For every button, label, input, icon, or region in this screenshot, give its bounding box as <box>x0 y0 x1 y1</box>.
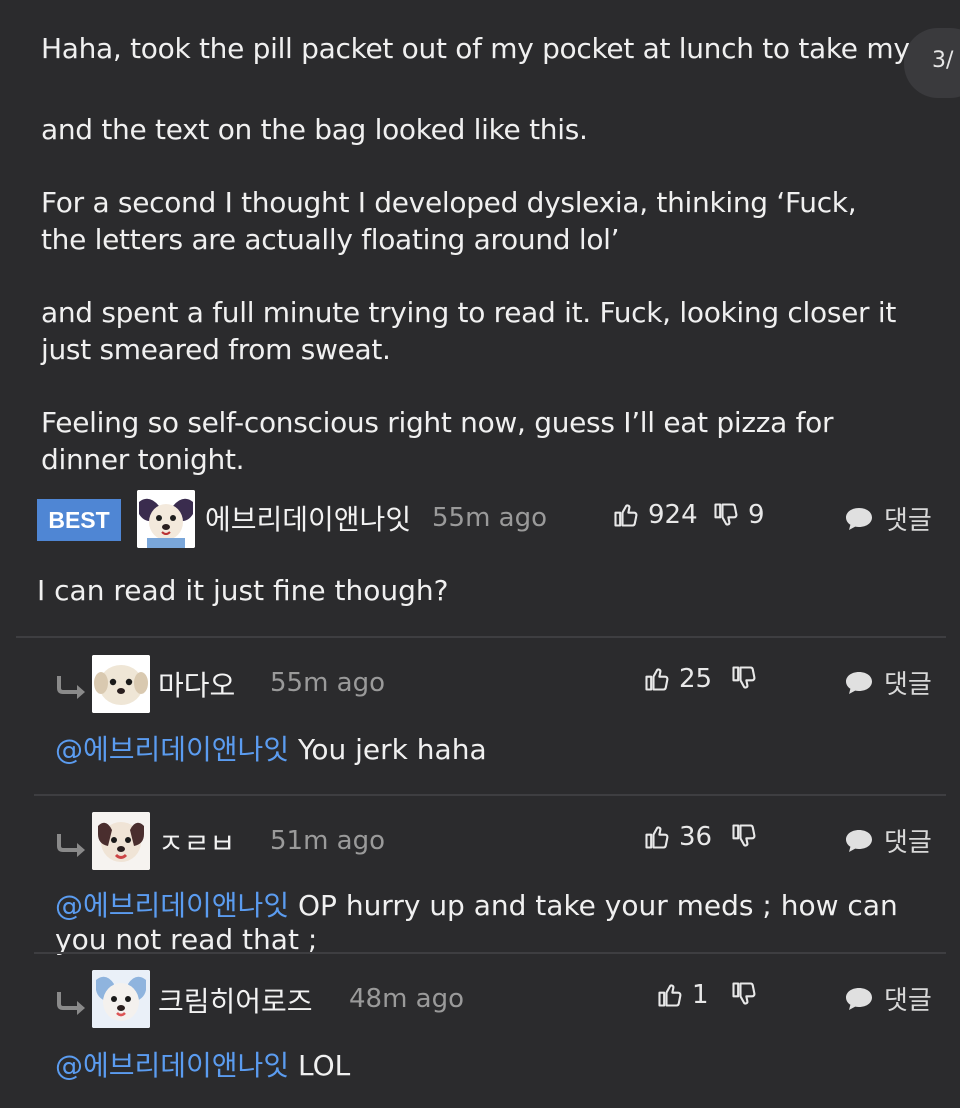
downvote-count: 9 <box>748 500 765 530</box>
avatar[interactable] <box>92 812 150 870</box>
upvote-count: 36 <box>679 822 713 852</box>
downvote-button[interactable]: 9 <box>712 500 765 530</box>
comment-body: You jerk haha <box>289 733 487 766</box>
avatar[interactable] <box>137 490 195 548</box>
comment-time: 55m ago <box>432 503 548 533</box>
post-paragraph: For a second I thought I developed dysle… <box>41 186 857 256</box>
reply-label: 댓글 <box>884 506 932 536</box>
divider <box>16 636 946 638</box>
comment-text: @에브리데이앤나잇 You jerk haha <box>55 733 935 767</box>
downvote-button[interactable] <box>730 664 766 692</box>
comment-text: @에브리데이앤나잇 OP hurry up and take your meds… <box>55 889 935 957</box>
post-paragraph: and the text on the bag looked like this… <box>41 113 588 146</box>
best-badge: BEST <box>37 499 121 541</box>
thumbs-up-icon <box>658 984 682 1007</box>
upvote-button[interactable]: 924 <box>612 500 698 530</box>
thumbs-down-icon <box>732 824 756 847</box>
comment-time: 55m ago <box>270 668 386 698</box>
speech-bubble-icon <box>846 507 872 530</box>
mention-link[interactable]: @에브리데이앤나잇 <box>55 1049 289 1082</box>
reply-arrow-icon <box>57 676 85 699</box>
thumbs-up-icon <box>645 668 669 691</box>
upvote-button[interactable]: 36 <box>643 822 712 852</box>
thumbs-down-icon <box>732 666 756 689</box>
thumbs-down-icon <box>732 982 756 1005</box>
comment-username[interactable]: ㅈㄹㅂ <box>158 822 235 862</box>
reply-label: 댓글 <box>884 670 932 700</box>
post-paragraph: and spent a full minute trying to read i… <box>41 296 897 366</box>
comment-time: 48m ago <box>349 984 465 1014</box>
comment-username[interactable]: 에브리데이앤나잇 <box>205 498 411 538</box>
post-paragraph: Feeling so self-conscious right now, gue… <box>41 406 834 476</box>
upvote-count: 924 <box>648 500 698 530</box>
speech-bubble-icon <box>846 987 872 1010</box>
comment-body: LOL <box>289 1049 351 1082</box>
thumbs-up-icon <box>645 826 669 849</box>
thumbs-up-icon <box>614 504 638 527</box>
post-body: Haha, took the pill packet out of my poc… <box>41 30 960 478</box>
post-paragraph: Haha, took the pill packet out of my poc… <box>41 32 960 65</box>
upvote-count: 1 <box>692 980 709 1010</box>
downvote-button[interactable] <box>730 980 766 1008</box>
mention-link[interactable]: @에브리데이앤나잇 <box>55 889 289 922</box>
reply-button[interactable]: 댓글 <box>844 980 932 1017</box>
upvote-button[interactable]: 1 <box>656 980 709 1010</box>
comment-username[interactable]: 마다오 <box>158 664 235 704</box>
avatar[interactable] <box>92 970 150 1028</box>
reply-label: 댓글 <box>884 986 932 1016</box>
reply-label: 댓글 <box>884 828 932 858</box>
reply-button[interactable]: 댓글 <box>844 500 932 537</box>
comment-text: I can read it just fine though? <box>37 574 449 607</box>
downvote-button[interactable] <box>730 822 766 850</box>
speech-bubble-icon <box>846 671 872 694</box>
comment-thread-screen: Haha, took the pill packet out of my poc… <box>0 0 960 1108</box>
reply-arrow-icon <box>57 992 85 1015</box>
upvote-count: 25 <box>679 664 713 694</box>
reply-button[interactable]: 댓글 <box>844 664 932 701</box>
reply-arrow-icon <box>57 834 85 857</box>
speech-bubble-icon <box>846 829 872 852</box>
comment-time: 51m ago <box>270 826 386 856</box>
comment-username[interactable]: 크림히어로즈 <box>158 980 313 1020</box>
avatar[interactable] <box>92 655 150 713</box>
divider <box>34 794 946 796</box>
comment-text: @에브리데이앤나잇 LOL <box>55 1049 935 1083</box>
divider <box>34 952 946 954</box>
reply-button[interactable]: 댓글 <box>844 822 932 859</box>
mention-link[interactable]: @에브리데이앤나잇 <box>55 733 289 766</box>
upvote-button[interactable]: 25 <box>643 664 712 694</box>
thumbs-down-icon <box>714 503 738 526</box>
